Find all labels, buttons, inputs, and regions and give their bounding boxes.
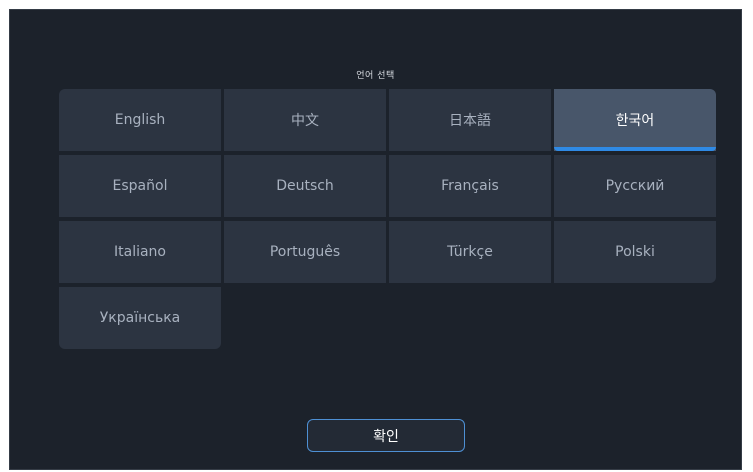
language-option-chinese[interactable]: 中文	[224, 89, 386, 151]
language-option-russian[interactable]: Русский	[554, 155, 716, 217]
confirm-button[interactable]: 확인	[307, 419, 465, 452]
language-option-spanish[interactable]: Español	[59, 155, 221, 217]
language-option-german[interactable]: Deutsch	[224, 155, 386, 217]
language-grid: English 中文 日本語 한국어 Español Deutsch Franç…	[59, 89, 716, 349]
language-option-turkish[interactable]: Türkçe	[389, 221, 551, 283]
language-option-english[interactable]: English	[59, 89, 221, 151]
language-option-portuguese[interactable]: Português	[224, 221, 386, 283]
language-option-french[interactable]: Français	[389, 155, 551, 217]
page-title: 언어 선택	[356, 71, 395, 81]
language-option-korean[interactable]: 한국어	[554, 89, 716, 151]
language-option-italian[interactable]: Italiano	[59, 221, 221, 283]
language-option-japanese[interactable]: 日本語	[389, 89, 551, 151]
language-select-screen: 언어 선택 English 中文 日本語 한국어 Español Deutsch…	[9, 9, 742, 470]
language-option-polish[interactable]: Polski	[554, 221, 716, 283]
language-option-ukrainian[interactable]: Українська	[59, 287, 221, 349]
